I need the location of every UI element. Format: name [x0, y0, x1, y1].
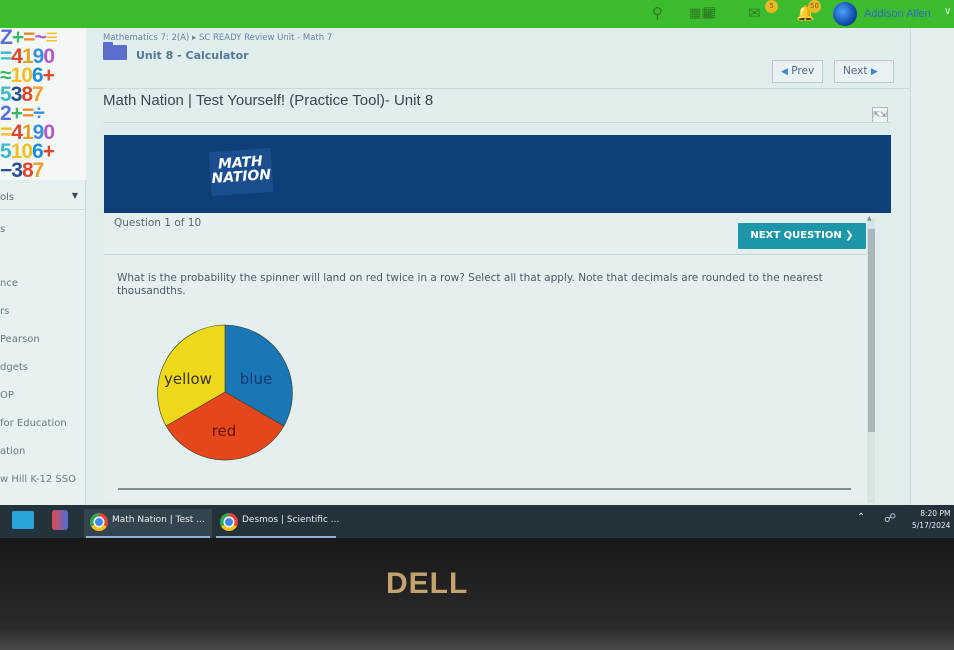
user-avatar[interactable]: [833, 2, 857, 26]
unit-title[interactable]: Unit 8 - Calculator: [136, 49, 249, 62]
dell-logo: DELL: [386, 567, 469, 600]
chrome-icon: [220, 513, 238, 531]
show-hidden-icons-chevron-icon[interactable]: ⌃: [857, 512, 865, 523]
sidebar-item-mcgraw-hill-sso[interactable]: w Hill K-12 SSO: [0, 474, 76, 485]
answer-separator: [118, 488, 851, 490]
sidebar-item[interactable]: ation: [0, 446, 25, 457]
tools-label: ols: [0, 192, 15, 203]
spinner-label-blue: blue: [240, 370, 272, 388]
tools-dropdown[interactable]: ols ▼: [0, 186, 86, 210]
sidebar-item[interactable]: nce: [0, 278, 18, 289]
sidebar: Z+=~≡ =4190 ≈106+ 5387 2+=÷ =4190 5106+ …: [0, 28, 86, 508]
folder-icon: [103, 42, 127, 60]
course-image: Z+=~≡ =4190 ≈106+ 5387 2+=÷ =4190 5106+ …: [0, 28, 86, 180]
fullscreen-expand-icon[interactable]: ⇱⇲: [872, 107, 888, 123]
sidebar-item[interactable]: s: [0, 224, 5, 235]
screen: ⚲ ▦▦ ▤ ✉ 5 🔔 50 Addison Allen ∨ Z+=~≡ =419…: [0, 0, 954, 538]
network-icon[interactable]: ☍: [884, 511, 896, 525]
breadcrumb[interactable]: Mathematics 7: 2(A) ▸ SC READY Review Un…: [103, 33, 332, 43]
scroll-up-arrow-icon[interactable]: ▲: [867, 215, 872, 222]
divider: [88, 88, 928, 89]
caret-down-icon: ▼: [71, 191, 78, 200]
clock-time: 8:20 PM: [920, 509, 951, 518]
taskbar-app-math-nation[interactable]: Math Nation | Test ...: [84, 509, 212, 538]
taskbar-app-label: Math Nation | Test ...: [112, 515, 205, 525]
taskbar-app-label: Desmos | Scientific ...: [242, 515, 340, 525]
spinner-figure: yellow blue red: [157, 324, 293, 461]
divider: [104, 254, 874, 255]
caret-right-icon: ▶: [870, 67, 878, 77]
logo-line-2: NATION: [211, 166, 272, 188]
pinned-app-icon[interactable]: [52, 510, 68, 530]
scrollbar-thumb[interactable]: [868, 229, 875, 432]
clock-date: 5/17/2024: [912, 521, 951, 530]
right-panel: [910, 28, 954, 508]
mail-app-icon[interactable]: [12, 511, 34, 529]
sidebar-item-widgets[interactable]: dgets: [0, 362, 28, 373]
next-question-button[interactable]: NEXT QUESTION ❯: [738, 223, 866, 249]
calendar-icon[interactable]: ▤: [703, 4, 716, 20]
chevron-down-icon[interactable]: ∨: [944, 6, 951, 17]
sidebar-item-pearson[interactable]: Pearson: [0, 334, 40, 345]
search-icon[interactable]: ⚲: [652, 4, 663, 22]
spinner-label-red: red: [212, 422, 237, 440]
divider: [103, 122, 891, 123]
question-counter: Question 1 of 10: [114, 217, 202, 229]
next-label: Next: [843, 65, 868, 77]
taskbar-app-desmos[interactable]: Desmos | Scientific ...: [214, 509, 340, 538]
system-clock[interactable]: 8:20 PM 5/17/2024: [912, 508, 950, 532]
sidebar-item-for-education[interactable]: for Education: [0, 418, 67, 429]
top-navigation-bar: ⚲ ▦▦ ▤ ✉ 5 🔔 50 Addison Allen ∨: [0, 0, 954, 28]
prev-label: Prev: [791, 65, 815, 77]
taskbar: Math Nation | Test ... Desmos | Scientif…: [0, 505, 954, 538]
mail-icon[interactable]: ✉ 5: [748, 0, 778, 22]
sidebar-item[interactable]: OP: [0, 390, 14, 401]
question-text: What is the probability the spinner will…: [117, 272, 823, 297]
page-title: Math Nation | Test Yourself! (Practice T…: [103, 92, 434, 109]
laptop-bezel: [0, 538, 954, 650]
chrome-icon: [90, 513, 108, 531]
user-name[interactable]: Addison Allen: [864, 8, 931, 20]
caret-left-icon: ◀: [781, 67, 788, 77]
notification-badge: 50: [808, 0, 821, 13]
bell-icon[interactable]: 🔔 50: [796, 0, 821, 22]
spinner-label-yellow: yellow: [164, 370, 212, 388]
prev-button[interactable]: ◀ Prev: [772, 60, 824, 83]
sidebar-item[interactable]: rs: [0, 306, 9, 317]
mail-badge: 5: [765, 0, 778, 13]
next-button[interactable]: Next ▶: [834, 60, 894, 83]
math-nation-logo: MATH NATION: [208, 147, 274, 197]
